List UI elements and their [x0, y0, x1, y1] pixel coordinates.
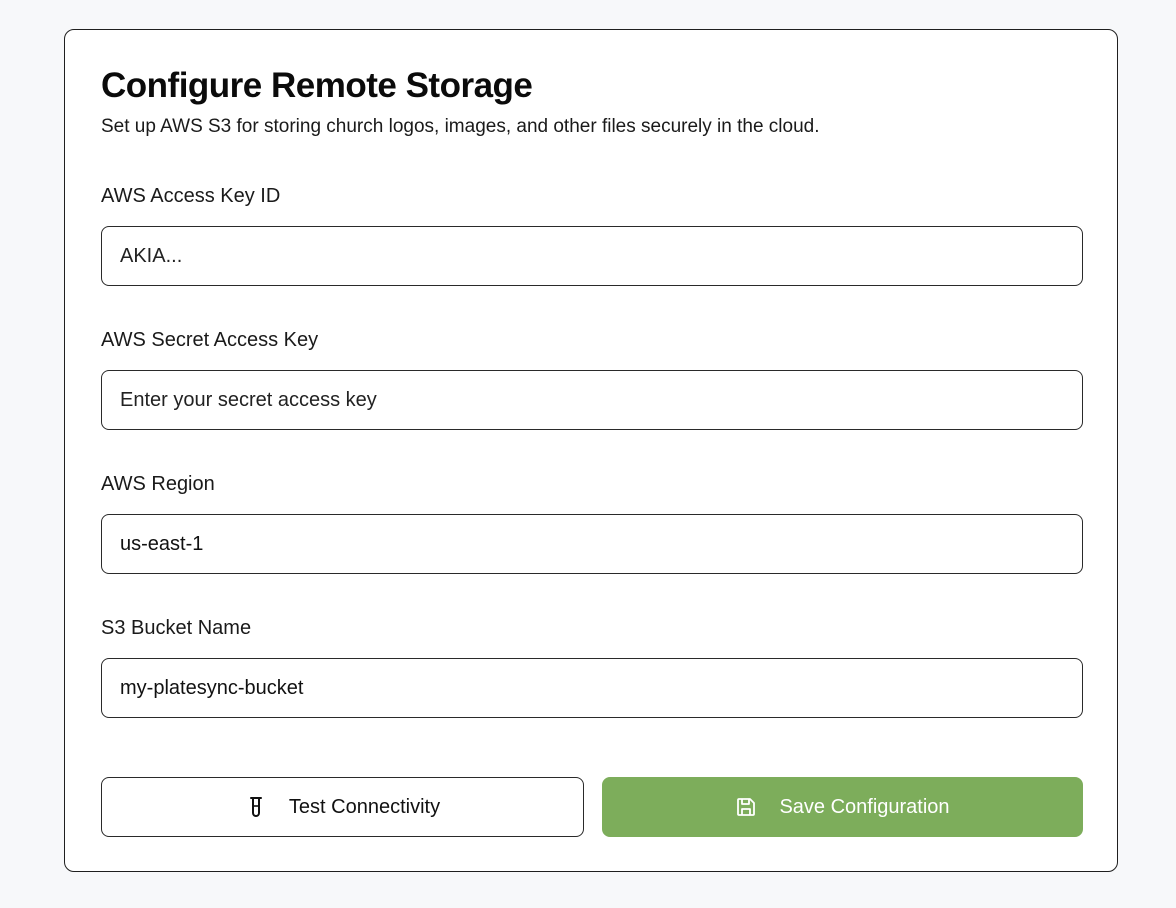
region-input[interactable] [101, 514, 1083, 574]
access-key-input[interactable] [101, 226, 1083, 286]
save-icon [735, 796, 757, 818]
test-tube-icon [245, 796, 267, 818]
save-configuration-button[interactable]: Save Configuration [602, 777, 1083, 837]
test-connectivity-label: Test Connectivity [288, 795, 441, 818]
test-connectivity-button[interactable]: Test Connectivity [101, 777, 584, 837]
secret-key-label: AWS Secret Access Key [101, 329, 319, 351]
save-configuration-label: Save Configuration [779, 795, 950, 818]
secret-key-input[interactable] [101, 370, 1083, 430]
bucket-label: S3 Bucket Name [101, 617, 252, 639]
access-key-label: AWS Access Key ID [101, 185, 281, 207]
page-title: Configure Remote Storage [101, 66, 533, 105]
remote-storage-card: Configure Remote Storage Set up AWS S3 f… [64, 29, 1118, 872]
bucket-name-input[interactable] [101, 658, 1083, 718]
region-label: AWS Region [101, 473, 215, 495]
page-subtitle: Set up AWS S3 for storing church logos, … [101, 116, 820, 137]
